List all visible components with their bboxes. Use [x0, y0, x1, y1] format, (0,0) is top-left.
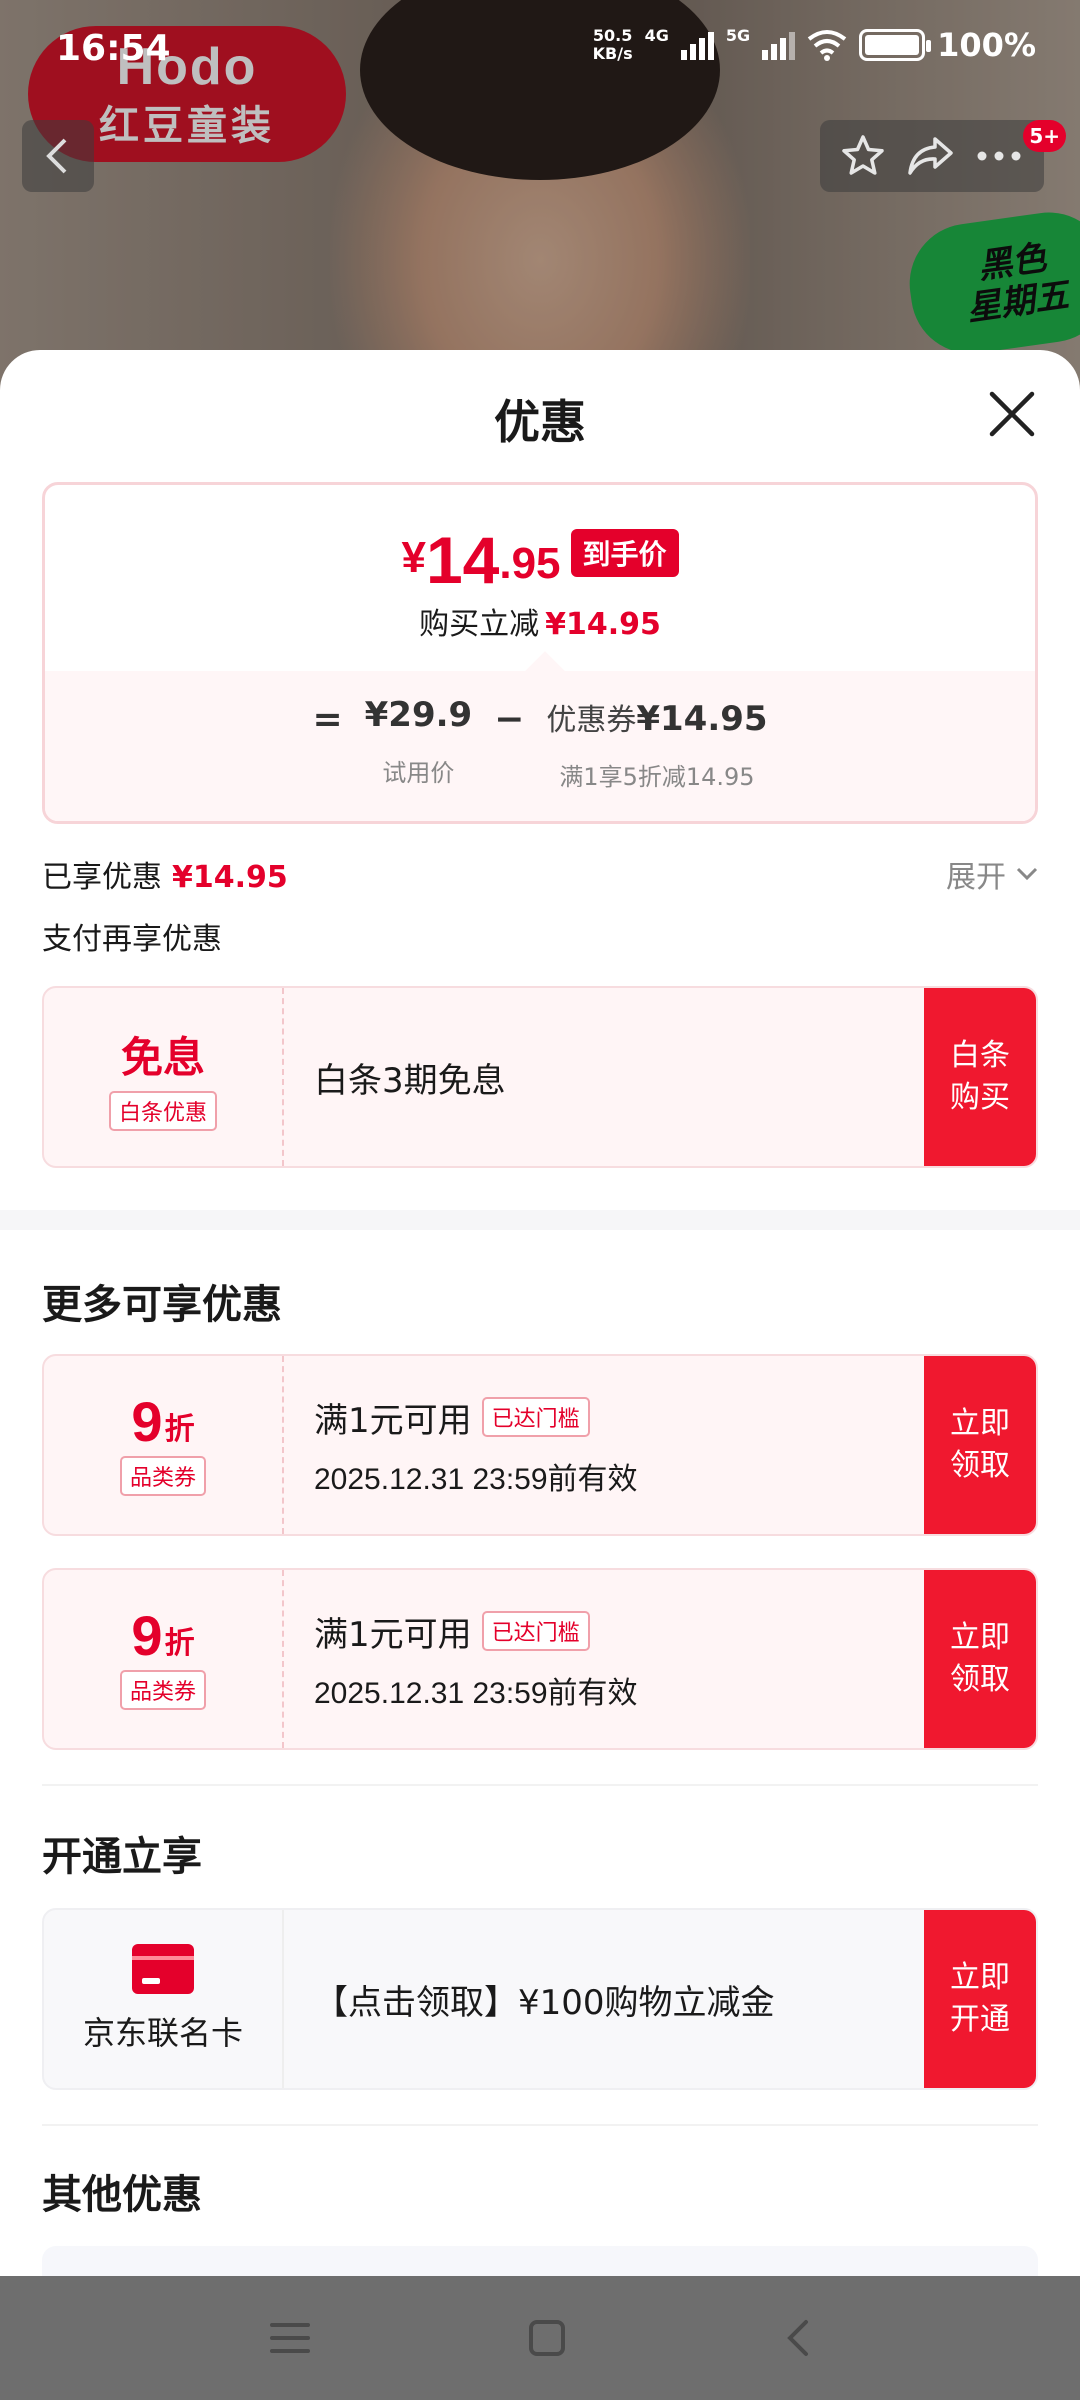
- home-square-icon[interactable]: [527, 2318, 567, 2358]
- instant-discount-label: 购买立减: [419, 607, 540, 642]
- coupon-discount-unit: 折: [164, 1626, 195, 1661]
- battery-percent: 100%: [937, 26, 1036, 64]
- status-bar: 16:54 50.5 KB/s 4G 5G 100%: [0, 0, 1080, 100]
- signal-5g-icon: [762, 30, 796, 60]
- coupon-info: 满1元可用 已达门槛 2025.12.31 23:59前有效: [314, 1570, 638, 1748]
- close-icon[interactable]: [984, 386, 1040, 442]
- more-offers-title: 更多可享优惠: [42, 1282, 282, 1328]
- coupon-card: 9 折 品类券 满1元可用 已达门槛 2025.12.31 23:59前有效 立…: [42, 1354, 1038, 1536]
- coupon-status-tag: 已达门槛: [481, 1611, 590, 1651]
- claim-coupon-button[interactable]: 立即领取: [924, 1356, 1036, 1534]
- back-button[interactable]: [22, 120, 94, 192]
- chevron-down-icon: [1016, 867, 1038, 881]
- coupon-expiry: 2025.12.31 23:59前有效: [314, 1462, 638, 1496]
- claim-coupon-button[interactable]: 立即领取: [924, 1570, 1036, 1748]
- cobrand-text: 【点击领取】¥100购物立减金: [314, 1982, 775, 2023]
- final-price-card: ¥ 14 .95 到手价 购买立减 ¥14.95 = ¥29.9 试用价 − 优惠…: [42, 482, 1038, 824]
- enjoyed-value: ¥14.95: [172, 860, 288, 895]
- cobrand-card-name: 京东联名卡: [82, 2014, 243, 2052]
- section-separator: [0, 1210, 1080, 1230]
- more-icon[interactable]: [974, 146, 1024, 166]
- baitiao-title: 免息: [120, 1032, 205, 1082]
- coupon-expiry: 2025.12.31 23:59前有效: [314, 1676, 638, 1710]
- sig2-tag: 5G: [725, 26, 751, 45]
- price-currency: ¥: [401, 533, 426, 582]
- baitiao-left: 免息 白条优惠: [44, 988, 284, 1166]
- section-divider: [42, 2124, 1038, 2126]
- open-offers-title: 开通立享: [42, 1834, 202, 1880]
- coupon-discount-number: 9: [131, 1390, 163, 1453]
- coupon-info: 满1元可用 已达门槛 2025.12.31 23:59前有效: [314, 1356, 638, 1534]
- final-price: ¥ 14 .95: [401, 527, 560, 593]
- equals-sign: =: [312, 699, 343, 740]
- enjoyed-discount: 已享优惠 ¥14.95: [42, 852, 288, 896]
- baitiao-offer-card: 免息 白条优惠 白条3期免息 白条购买: [42, 986, 1038, 1168]
- coupon-left: 9 折 品类券: [44, 1356, 284, 1534]
- base-price-term: ¥29.9 试用价: [365, 695, 473, 788]
- minus-sign: −: [494, 699, 525, 740]
- system-nav-bar: [0, 2276, 1080, 2400]
- pay-more-label: 支付再享优惠: [42, 922, 222, 957]
- coupon-term-caption: 满1享5折减14.95: [559, 763, 755, 791]
- battery-icon: [859, 29, 932, 61]
- final-price-line: ¥ 14 .95 到手价: [45, 527, 1035, 593]
- price-integer: 14: [425, 523, 500, 597]
- coupon-type-tag: 品类券: [119, 1456, 206, 1496]
- coupon-discount-unit: 折: [164, 1412, 195, 1447]
- sig1-tag: 4G: [644, 26, 669, 45]
- final-price-section: ¥ 14 .95 到手价 购买立减 ¥14.95: [45, 485, 1035, 671]
- coupon-term-value: ¥14.95: [636, 699, 768, 739]
- coupon-term: 优惠券¥14.95 满1享5折减14.95: [546, 695, 767, 792]
- other-offers-title: 其他优惠: [42, 2172, 202, 2218]
- wifi-icon: [807, 30, 847, 61]
- coupon-status-tag: 已达门槛: [481, 1397, 590, 1437]
- share-icon[interactable]: [905, 133, 955, 179]
- status-icons: 50.5 KB/s 4G 5G 100%: [593, 26, 1036, 64]
- coupon-term-label: 优惠券: [546, 703, 637, 738]
- base-price-value: ¥29.9: [364, 695, 473, 735]
- coupon-discount: 9 折: [131, 1394, 194, 1450]
- discount-sheet: 优惠 ¥ 14 .95 到手价 购买立减 ¥14.95 = ¥29.9 试用价 …: [0, 350, 1080, 2276]
- baitiao-tag: 白条优惠: [108, 1090, 217, 1131]
- price-decimal: .95: [499, 539, 561, 588]
- baitiao-buy-button[interactable]: 白条购买: [924, 988, 1036, 1166]
- signal-icon: [680, 30, 714, 60]
- expand-button[interactable]: 展开: [946, 852, 1038, 896]
- open-card-button[interactable]: 立即开通: [924, 1910, 1036, 2088]
- coupon-card: 9 折 品类券 满1元可用 已达门槛 2025.12.31 23:59前有效 立…: [42, 1568, 1038, 1750]
- back-arrow-icon: [46, 138, 67, 174]
- final-price-tag: 到手价: [570, 529, 679, 577]
- cobrand-card-offer: 京东联名卡 【点击领取】¥100购物立减金 立即开通: [42, 1908, 1038, 2090]
- sheet-title: 优惠: [494, 395, 586, 449]
- top-toolbar: [820, 120, 1044, 192]
- nav-back-icon[interactable]: [782, 2318, 812, 2358]
- net-speed-unit: KB/s: [592, 44, 633, 63]
- coupon-left: 9 折 品类券: [44, 1570, 284, 1748]
- section-divider: [42, 1784, 1038, 1786]
- coupon-discount-number: 9: [131, 1604, 163, 1667]
- cobrand-info: 【点击领取】¥100购物立减金: [314, 1910, 775, 2088]
- star-icon[interactable]: [840, 133, 886, 179]
- status-time: 16:54: [56, 28, 171, 69]
- price-formula: = ¥29.9 试用价 − 优惠券¥14.95 满1享5折减14.95: [45, 671, 1035, 821]
- credit-card-icon: [132, 1944, 194, 1994]
- net-speed: 50.5 KB/s: [593, 27, 633, 63]
- other-offer-card: [42, 2246, 1038, 2276]
- menu-icon[interactable]: [268, 2319, 312, 2357]
- message-badge: 5+: [1023, 120, 1066, 152]
- baitiao-info: 白条3期免息: [314, 988, 506, 1166]
- expand-label: 展开: [946, 860, 1006, 895]
- net-speed-value: 50.5: [592, 26, 633, 45]
- coupon-discount: 9 折: [131, 1608, 194, 1664]
- enjoyed-label: 已享优惠: [42, 860, 162, 895]
- coupon-title: 满1元可用: [314, 1614, 472, 1655]
- instant-discount: 购买立减 ¥14.95: [45, 599, 1035, 643]
- cobrand-left: 京东联名卡: [44, 1910, 284, 2088]
- coupon-type-tag: 品类券: [119, 1670, 206, 1710]
- base-price-caption: 试用价: [382, 759, 455, 787]
- coupon-title: 满1元可用: [314, 1400, 472, 1441]
- baitiao-text: 白条3期免息: [314, 1060, 506, 1101]
- instant-discount-value: ¥14.95: [545, 607, 661, 642]
